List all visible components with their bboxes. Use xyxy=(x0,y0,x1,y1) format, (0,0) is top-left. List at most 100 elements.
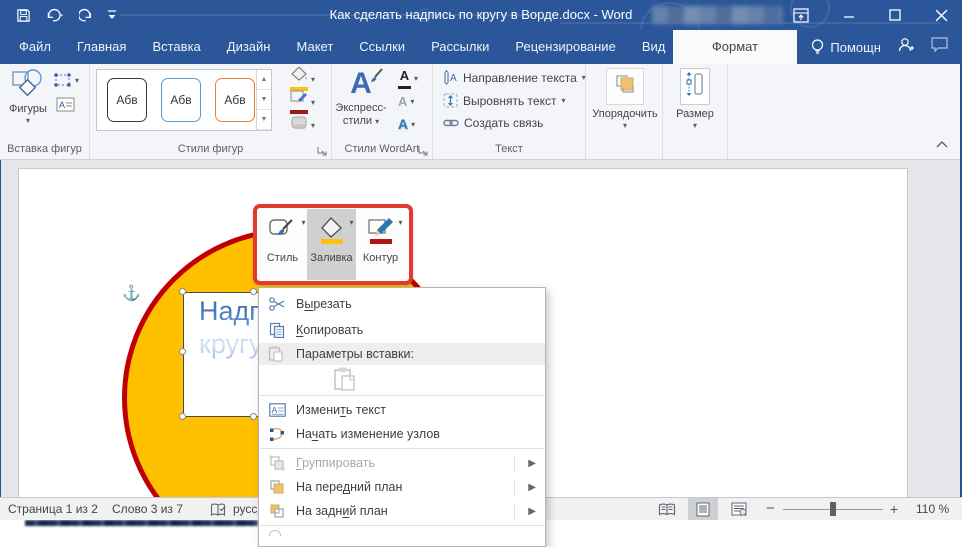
fill-bucket-icon: ▾ xyxy=(318,216,346,248)
zoom-slider-handle[interactable] xyxy=(830,502,836,516)
wordart-icon: А xyxy=(350,66,372,102)
text-direction-button[interactable]: А Направление текста ▾ xyxy=(443,70,586,85)
quick-styles-button[interactable]: А Экспресс- стили ▾ xyxy=(336,66,386,128)
dialog-launcher-icon[interactable] xyxy=(317,144,328,155)
collapse-ribbon-icon[interactable] xyxy=(936,135,948,153)
tab-review[interactable]: Рецензирование xyxy=(502,30,628,64)
mini-outline-button[interactable]: ▾ Контур xyxy=(356,209,405,280)
align-text-button[interactable]: Выровнять текст ▾ xyxy=(443,93,566,108)
arrange-button[interactable]: Упорядочить ▾ xyxy=(590,68,660,130)
menu-item-cut[interactable]: Вырезать xyxy=(259,291,545,317)
chevron-down-icon: ▾ xyxy=(410,97,414,106)
mini-toolbar-annotation: ▾ Стиль ▾ Заливка ▾ Контур xyxy=(253,204,413,285)
maximize-button[interactable] xyxy=(878,0,912,30)
gallery-up-icon[interactable]: ▲ xyxy=(257,70,271,90)
menu-item-send-to-back[interactable]: На задний план ▶ xyxy=(259,499,545,523)
menu-item-edit-text[interactable]: A Изменить текст xyxy=(259,398,545,422)
text-fill-button[interactable]: А ▾ xyxy=(398,68,418,88)
menu-item-label: На передний план xyxy=(296,480,402,494)
tab-home[interactable]: Главная xyxy=(64,30,139,64)
style-brush-icon: ▾ xyxy=(268,216,298,248)
menu-item-copy[interactable]: Копировать xyxy=(259,317,545,343)
textbox-icon: A xyxy=(56,97,75,112)
group-text: А Направление текста ▾ Выровнять текст ▾… xyxy=(433,64,586,159)
zoom-out-button[interactable]: − xyxy=(766,498,775,520)
draw-textbox-button[interactable]: A xyxy=(56,94,75,114)
selection-handle[interactable] xyxy=(179,413,186,420)
tab-design[interactable]: Дизайн xyxy=(214,30,284,64)
print-layout-button[interactable] xyxy=(688,498,718,520)
menu-item-label: Начать изменение узлов xyxy=(296,427,440,441)
text-effects-button[interactable]: А ▾ xyxy=(398,114,418,134)
text-fill-color-bar xyxy=(398,86,411,89)
shape-fill-button[interactable]: ▾ xyxy=(290,69,315,89)
close-button[interactable] xyxy=(924,0,958,30)
save-icon[interactable] xyxy=(16,8,31,23)
read-mode-button[interactable] xyxy=(652,498,682,520)
tab-mailings[interactable]: Рассылки xyxy=(418,30,502,64)
edit-shape-button[interactable]: ▾ xyxy=(54,70,79,90)
chevron-down-icon: ▾ xyxy=(398,218,402,227)
group-label-text: Текст xyxy=(433,143,585,155)
size-label: Размер xyxy=(676,108,714,121)
wordart-format-buttons: А ▾ А ▾ А ▾ xyxy=(398,68,418,134)
edit-points-icon xyxy=(268,425,286,443)
selection-handle[interactable] xyxy=(250,413,257,420)
mini-fill-button[interactable]: ▾ Заливка xyxy=(307,209,356,280)
redo-button[interactable] xyxy=(79,8,94,23)
gallery-more-icon[interactable]: ▼ xyxy=(257,110,271,130)
customize-quick-access-icon[interactable] xyxy=(107,9,117,21)
shape-effects-button[interactable]: ▾ xyxy=(290,115,315,135)
fill-bucket-icon xyxy=(290,67,308,91)
zoom-level[interactable]: 110 % xyxy=(916,498,949,520)
group-label-wordart: Стили WordArt xyxy=(332,143,432,155)
lightbulb-icon xyxy=(811,39,824,56)
tab-file[interactable]: Файл xyxy=(6,30,64,64)
zoom-in-button[interactable]: + xyxy=(890,498,898,520)
menu-item-edit-points[interactable]: Начать изменение узлов xyxy=(259,422,545,446)
web-layout-button[interactable] xyxy=(724,498,754,520)
shape-style-swatch[interactable]: Абв xyxy=(215,78,255,122)
create-link-label: Создать связь xyxy=(464,116,543,130)
tab-references[interactable]: Ссылки xyxy=(346,30,418,64)
ribbon-display-options-button[interactable] xyxy=(784,0,818,30)
selection-handle[interactable] xyxy=(179,288,186,295)
partial-icon xyxy=(269,530,281,536)
gallery-down-icon[interactable]: ▼ xyxy=(257,90,271,110)
size-icon xyxy=(680,68,710,105)
tab-insert[interactable]: Вставка xyxy=(139,30,213,64)
quick-access-toolbar xyxy=(16,0,117,30)
tab-layout[interactable]: Макет xyxy=(283,30,346,64)
selection-handle[interactable] xyxy=(179,348,186,355)
mini-style-button[interactable]: ▾ Стиль xyxy=(258,209,307,280)
word-count[interactable]: Слово 3 из 7 xyxy=(112,498,183,520)
chevron-down-icon: ▾ xyxy=(311,75,315,84)
tab-view[interactable]: Вид xyxy=(629,30,679,64)
gallery-scrollbar[interactable]: ▲ ▼ ▼ xyxy=(256,70,271,130)
menu-item-label: Изменить текст xyxy=(296,403,386,417)
paste-option-button[interactable] xyxy=(333,366,357,395)
share-person-icon[interactable] xyxy=(897,37,915,58)
language-indicator[interactable]: русс xyxy=(233,498,257,520)
proofing-icon[interactable] xyxy=(210,502,226,524)
selection-handle[interactable] xyxy=(250,288,257,295)
shapes-button[interactable]: Фигуры ▾ xyxy=(6,68,50,125)
size-button[interactable]: Размер ▾ xyxy=(671,68,719,130)
minimize-button[interactable] xyxy=(832,0,866,30)
align-text-label: Выровнять текст xyxy=(463,94,556,108)
undo-button[interactable] xyxy=(44,8,66,23)
chevron-down-icon: ▾ xyxy=(75,76,79,85)
text-outline-button[interactable]: А ▾ xyxy=(398,91,418,111)
menu-item-bring-to-front[interactable]: На передний план ▶ xyxy=(259,475,545,499)
shape-style-swatch[interactable]: Абв xyxy=(107,78,147,122)
title-bar: Как сделать надпись по кругу в Ворде.doc… xyxy=(0,0,962,30)
shape-outline-button[interactable]: ▾ xyxy=(290,92,315,112)
tab-format-active[interactable]: Формат xyxy=(673,30,797,64)
create-link-button[interactable]: Создать связь xyxy=(443,116,543,130)
comments-icon[interactable] xyxy=(931,37,948,57)
group-arrange: Упорядочить ▾ xyxy=(586,64,663,159)
shape-style-swatch[interactable]: Абв xyxy=(161,78,201,122)
dialog-launcher-icon[interactable] xyxy=(418,144,429,155)
page-count[interactable]: Страница 1 из 2 xyxy=(8,498,98,520)
tell-me-assistant[interactable]: Помощн xyxy=(811,39,881,56)
